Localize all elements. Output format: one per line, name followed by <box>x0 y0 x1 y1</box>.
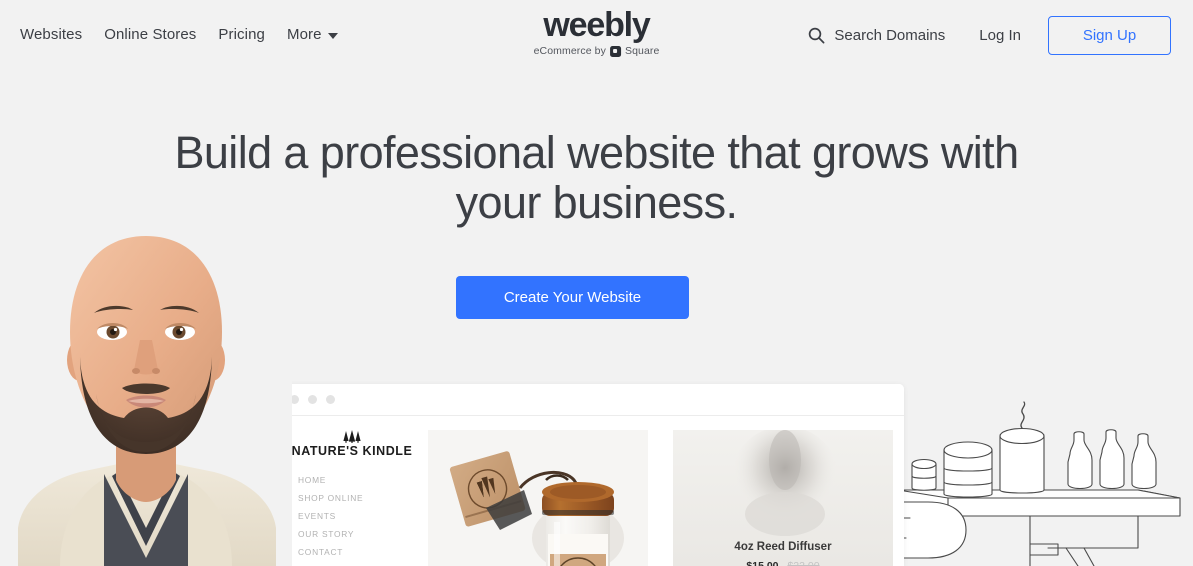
preview-site-sidebar: NATURE'S KINDLE HOME SHOP ONLINE EVENTS … <box>276 430 424 566</box>
nav-item-websites[interactable]: Websites <box>20 25 82 45</box>
square-logo-icon <box>609 45 621 57</box>
search-icon <box>809 27 825 44</box>
primary-navigation: Websites Online Stores Pricing More <box>20 25 338 45</box>
preview-site-navigation: HOME SHOP ONLINE EVENTS OUR STORY CONTAC… <box>298 475 424 557</box>
log-in-link[interactable]: Log In <box>979 27 1021 44</box>
product-pricing: $15.00 $22.00 <box>673 560 893 566</box>
logo-tagline: eCommerce by Square <box>534 45 660 57</box>
header-actions: Search Domains Log In Sign Up <box>808 16 1171 55</box>
hero-person-photo <box>0 228 292 566</box>
logo-tagline-after: Square <box>624 45 660 57</box>
product-card[interactable]: 4oz Reed Diffuser $15.00 $22.00 <box>673 430 893 566</box>
site-preview-browser: NATURE'S KINDLE HOME SHOP ONLINE EVENTS … <box>276 384 904 566</box>
product-sale-price: $15.00 <box>746 560 779 566</box>
logo-tagline-before: eCommerce by <box>533 45 606 57</box>
sign-up-button[interactable]: Sign Up <box>1048 16 1171 55</box>
product-image-candle-jar: NATURE'S KINDLE <box>428 430 648 566</box>
browser-dot-minimize-icon <box>308 395 317 404</box>
weebly-homepage: Websites Online Stores Pricing More weeb… <box>0 0 1193 566</box>
product-caption: 4oz Reed Diffuser $15.00 $22.00 <box>673 541 893 566</box>
hero-headline: Build a professional website that grows … <box>174 127 1019 228</box>
nav-item-pricing[interactable]: Pricing <box>218 25 265 45</box>
shelf-line-art-illustration <box>888 401 1181 566</box>
product-card[interactable]: NATURE'S KINDLE <box>428 430 648 566</box>
site-nav-contact[interactable]: CONTACT <box>298 547 424 557</box>
site-nav-events[interactable]: EVENTS <box>298 511 424 521</box>
site-header: Websites Online Stores Pricing More weeb… <box>0 0 1193 72</box>
chevron-down-icon <box>327 33 338 39</box>
product-original-price: $22.00 <box>787 560 820 566</box>
logo-wordmark: weebly <box>543 6 650 44</box>
weebly-logo[interactable]: weebly eCommerce by Square <box>534 8 660 57</box>
browser-dot-maximize-icon <box>326 395 335 404</box>
search-domains-button[interactable]: Search Domains <box>808 27 945 44</box>
preview-site-content: NATURE'S KINDLE HOME SHOP ONLINE EVENTS … <box>276 416 904 566</box>
preview-site-name: NATURE'S KINDLE <box>291 444 413 458</box>
product-name: 4oz Reed Diffuser <box>734 541 832 553</box>
nav-item-online-stores[interactable]: Online Stores <box>104 25 196 45</box>
site-nav-shop-online[interactable]: SHOP ONLINE <box>298 493 424 503</box>
browser-title-bar <box>276 384 904 416</box>
preview-site-logo[interactable]: NATURE'S KINDLE <box>292 430 412 458</box>
site-nav-our-story[interactable]: OUR STORY <box>298 529 424 539</box>
site-nav-home[interactable]: HOME <box>298 475 424 485</box>
pine-trees-icon <box>343 430 361 443</box>
preview-product-grid: NATURE'S KINDLE <box>424 430 893 566</box>
nav-item-more-label: More <box>286 26 322 43</box>
create-your-website-button[interactable]: Create Your Website <box>456 276 689 319</box>
nav-item-more[interactable]: More <box>287 25 338 45</box>
search-domains-label: Search Domains <box>834 27 946 44</box>
